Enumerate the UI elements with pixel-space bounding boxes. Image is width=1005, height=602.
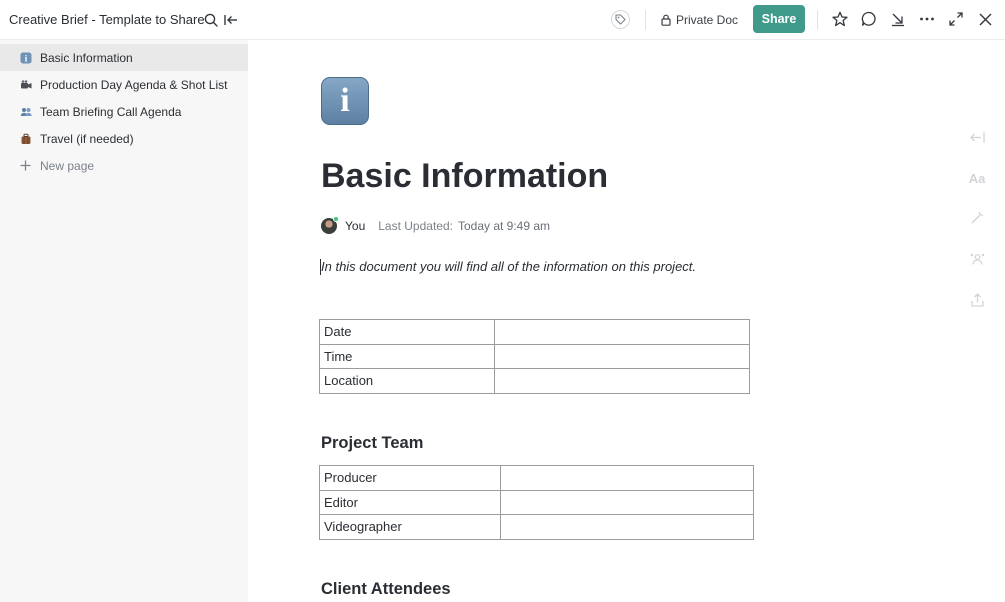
magic-wand-icon[interactable] (968, 209, 986, 227)
info-icon: i (19, 51, 32, 64)
people-icon (19, 105, 32, 118)
lock-icon (661, 14, 671, 26)
divider (817, 10, 818, 30)
plus-icon (19, 159, 32, 172)
search-icon[interactable] (203, 12, 219, 28)
table-cell[interactable]: Videographer (319, 514, 501, 540)
sidebar-item-label: Basic Information (40, 50, 133, 65)
last-updated-value: Today at 9:49 am (457, 219, 551, 233)
expand-icon[interactable] (947, 10, 965, 28)
document-area: i Basic Information You Last Updated: To… (248, 40, 1005, 602)
top-bar: Creative Brief - Template to Share Priva… (0, 0, 1005, 40)
download-icon[interactable] (889, 10, 907, 28)
new-page-button[interactable]: New page (0, 152, 248, 179)
intro-text[interactable]: In this document you will find all of th… (319, 259, 696, 275)
page-title[interactable]: Basic Information (321, 157, 608, 196)
table-cell[interactable] (494, 368, 750, 394)
table-cell[interactable]: Producer (319, 465, 501, 491)
comment-icon[interactable] (860, 10, 878, 28)
upload-icon[interactable] (968, 291, 986, 309)
table-row: Producer (319, 465, 754, 491)
table-row: Time (319, 343, 750, 369)
table-cell[interactable] (500, 514, 754, 540)
tag-icon[interactable] (611, 10, 630, 29)
collapse-sidebar-icon[interactable] (223, 12, 239, 28)
sidebar-item-production-day-agenda[interactable]: Production Day Agenda & Shot List (0, 71, 248, 98)
close-icon[interactable] (976, 10, 994, 28)
collapse-rail-icon[interactable] (968, 128, 986, 146)
more-icon[interactable] (918, 10, 936, 28)
private-doc-label: Private Doc (676, 13, 739, 27)
page-icon[interactable]: i (321, 77, 369, 125)
star-icon[interactable] (831, 10, 849, 28)
typography-icon[interactable]: Aa (968, 169, 986, 187)
people-settings-icon[interactable] (968, 250, 986, 268)
doc-meta: You Last Updated: Today at 9:49 am (321, 216, 550, 236)
new-page-label: New page (40, 158, 95, 173)
avatar[interactable] (321, 216, 339, 234)
client-attendees-heading[interactable]: Client Attendees (321, 580, 451, 599)
table-cell[interactable]: Editor (319, 489, 501, 515)
project-team-table: Producer Editor Videographer (319, 465, 754, 540)
sidebar-item-basic-information[interactable]: i Basic Information (0, 44, 248, 71)
sidebar-item-label: Production Day Agenda & Shot List (40, 77, 228, 92)
table-cell[interactable] (500, 489, 754, 515)
sidebar-item-team-briefing[interactable]: Team Briefing Call Agenda (0, 98, 248, 125)
info-icon: i (340, 82, 350, 119)
table-cell[interactable]: Date (319, 319, 495, 345)
last-updated-label: Last Updated: (378, 219, 453, 233)
table-cell[interactable] (494, 343, 750, 369)
divider (645, 10, 646, 30)
video-camera-icon (19, 78, 32, 91)
table-row: Editor (319, 489, 754, 515)
sidebar-item-travel[interactable]: Travel (if needed) (0, 125, 248, 152)
table-row: Location (319, 368, 750, 394)
table-cell[interactable] (494, 319, 750, 345)
online-status-dot (333, 216, 339, 222)
basic-info-table: Date Time Location (319, 319, 750, 394)
table-row: Date (319, 319, 750, 345)
project-team-heading[interactable]: Project Team (321, 434, 423, 453)
sidebar-item-label: Travel (if needed) (40, 131, 134, 146)
doc-title[interactable]: Creative Brief - Template to Share (9, 12, 205, 27)
table-cell[interactable]: Location (319, 368, 495, 394)
table-row: Videographer (319, 514, 754, 540)
table-cell[interactable]: Time (319, 343, 495, 369)
table-cell[interactable] (500, 465, 754, 491)
sidebar-item-label: Team Briefing Call Agenda (40, 104, 182, 119)
share-button[interactable]: Share (753, 5, 805, 33)
sidebar: i Basic Information Production Day Agend… (0, 40, 248, 602)
luggage-icon (19, 132, 32, 145)
private-doc-button[interactable]: Private Doc (661, 10, 738, 30)
author-name: You (345, 219, 366, 233)
